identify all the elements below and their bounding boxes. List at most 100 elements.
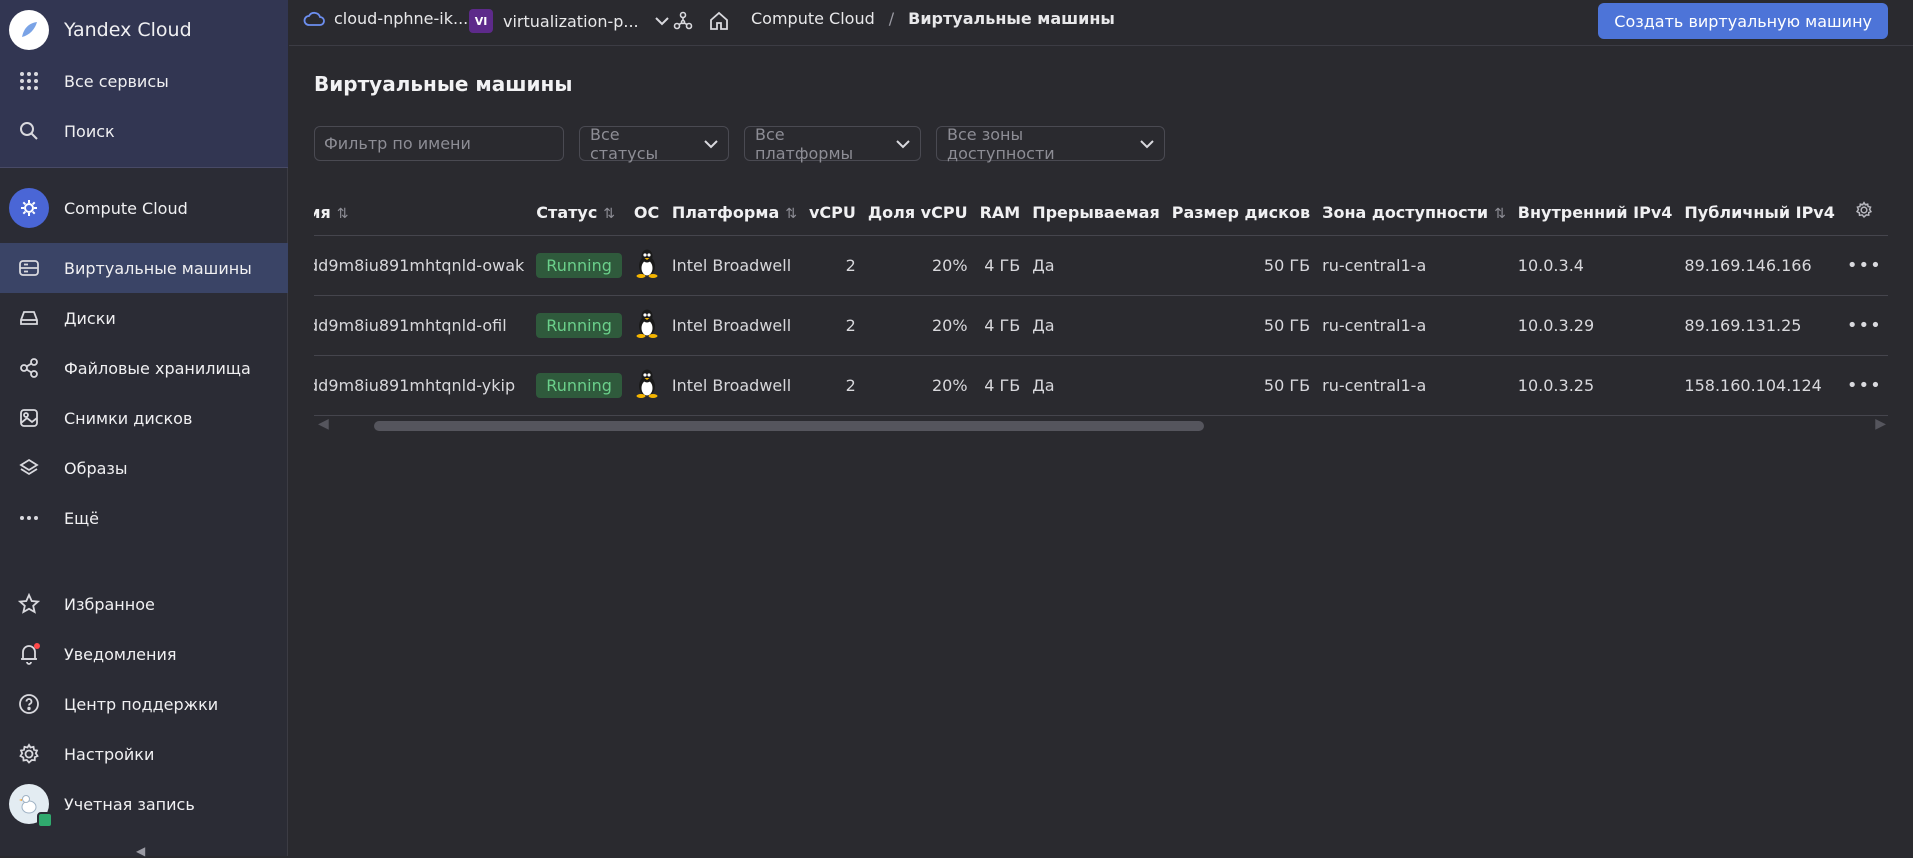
vm-platform: Intel Broadwell xyxy=(665,235,803,296)
sidebar-item-more[interactable]: Ещё xyxy=(0,493,288,543)
vm-name[interactable]: dd9m8iu891mhtqnld-ykip xyxy=(314,355,531,416)
vm-ram: 4 ГБ xyxy=(973,355,1027,416)
vm-vcpu-share: 20% xyxy=(861,355,974,416)
support-button[interactable]: Центр поддержки xyxy=(0,679,288,729)
more-icon xyxy=(16,505,42,531)
table-settings-button[interactable] xyxy=(1840,190,1888,236)
horizontal-scrollbar[interactable]: ◀ ▶ xyxy=(314,416,1888,434)
account-badge xyxy=(37,812,53,828)
search-icon xyxy=(16,118,42,144)
linux-icon xyxy=(634,249,660,282)
sidebar-item-vms[interactable]: Виртуальные машины xyxy=(0,243,288,293)
vm-name[interactable]: dd9m8iu891mhtqnld-owak xyxy=(314,235,531,296)
vm-name-text[interactable]: dd9m8iu891mhtqnld-ofil xyxy=(314,316,507,335)
sidebar-item-label: Диски xyxy=(64,308,116,328)
vm-platform: Intel Broadwell xyxy=(665,355,803,416)
account-button[interactable]: Учетная запись xyxy=(0,779,288,829)
col-os: ОС xyxy=(627,190,666,236)
platform-filter-select[interactable]: Все платформы xyxy=(744,124,921,163)
table-row[interactable]: dd9m8iu891mhtqnld-ofil Running Intel Broad… xyxy=(314,295,1888,356)
services-graph-icon[interactable] xyxy=(673,11,693,31)
col-status[interactable]: Статус ⇅ xyxy=(530,190,628,236)
col-ram-label: RAM xyxy=(979,202,1021,222)
settings-button[interactable]: Настройки xyxy=(0,729,288,779)
notifications-button[interactable]: Уведомления xyxy=(0,629,288,679)
bell-icon xyxy=(16,641,42,667)
favorites-button[interactable]: Избранное xyxy=(0,579,288,629)
vm-status: Running xyxy=(530,235,628,296)
vm-disk-size: 50 ГБ xyxy=(1165,355,1317,416)
support-label: Центр поддержки xyxy=(64,694,219,714)
vm-name-text[interactable]: dd9m8iu891mhtqnld-ykip xyxy=(314,376,515,395)
col-name[interactable]: Имя ⇅ xyxy=(314,190,531,236)
vm-vcpu: 2 xyxy=(802,235,862,296)
vm-disk-size: 50 ГБ xyxy=(1165,295,1317,356)
row-actions-button[interactable]: ••• xyxy=(1840,355,1888,416)
create-vm-button[interactable]: Создать виртуальную машину xyxy=(1598,3,1888,39)
scroll-thumb[interactable] xyxy=(374,421,1204,431)
vm-zone: ru-central1-a xyxy=(1316,235,1512,296)
top-bar: cloud-nphne-ik... VI virtualization-p...… xyxy=(289,0,1913,46)
vm-vcpu-share: 20% xyxy=(861,235,974,296)
status-filter-value: Все статусы xyxy=(590,124,659,163)
vm-vcpu-share: 20% xyxy=(861,295,974,356)
page-title: Виртуальные машины xyxy=(314,72,573,96)
folder-selector[interactable]: VI virtualization-p... xyxy=(469,9,669,33)
service-compute-cloud[interactable]: Compute Cloud xyxy=(0,183,288,233)
table-row[interactable]: dd9m8iu891mhtqnld-ykip Running Intel Broad… xyxy=(314,355,1888,416)
status-filter-select[interactable]: Все статусы xyxy=(579,124,729,163)
vm-table-container: Имя ⇅ Статус ⇅ ОС Платформа ⇅ vCPU Доля vCP… xyxy=(314,190,1888,440)
search-button[interactable]: Поиск xyxy=(0,106,288,156)
vm-public-ip: 158.160.104.124 xyxy=(1678,355,1841,416)
table-row[interactable]: dd9m8iu891mhtqnld-owak Running Intel Broad… xyxy=(314,235,1888,296)
brand-link[interactable]: Yandex Cloud xyxy=(0,5,288,55)
vm-internal-ip: 10.0.3.4 xyxy=(1511,235,1679,296)
col-zone[interactable]: Зона доступности ⇅ xyxy=(1316,190,1512,236)
gear-icon xyxy=(16,741,42,767)
vm-internal-ip: 10.0.3.29 xyxy=(1511,295,1679,356)
home-icon[interactable] xyxy=(709,11,729,31)
sidebar-item-label: Образы xyxy=(64,458,128,478)
platform-filter-value: Все платформы xyxy=(755,124,854,163)
grid-icon xyxy=(16,68,42,94)
sidebar-item-disks[interactable]: Диски xyxy=(0,293,288,343)
cloud-selector[interactable]: cloud-nphne-ik... xyxy=(303,9,468,28)
all-services-button[interactable]: Все сервисы xyxy=(0,56,288,106)
sidebar-item-file-storage[interactable]: Файловые хранилища xyxy=(0,343,288,393)
breadcrumb-service[interactable]: Compute Cloud xyxy=(751,9,875,28)
sort-icon: ⇅ xyxy=(336,205,349,222)
status-badge: Running xyxy=(536,312,622,338)
chevron-down-icon xyxy=(654,16,669,26)
sort-icon: ⇅ xyxy=(603,205,616,222)
sidebar-item-images[interactable]: Образы xyxy=(0,443,288,493)
share-icon xyxy=(16,355,42,381)
col-internal-ip-label: Внутренний IPv4 xyxy=(1517,202,1673,222)
status-badge: Running xyxy=(536,372,622,398)
page-scrollbar[interactable] xyxy=(1897,48,1907,848)
linux-icon xyxy=(634,309,660,342)
row-actions-button[interactable]: ••• xyxy=(1840,235,1888,296)
col-platform[interactable]: Платформа ⇅ xyxy=(665,190,803,236)
scroll-left-icon[interactable]: ◀ xyxy=(318,416,329,432)
vm-name[interactable]: dd9m8iu891mhtqnld-ofil xyxy=(314,295,531,356)
zone-filter-select[interactable]: Все зоны доступности xyxy=(936,125,1165,163)
disk-icon xyxy=(16,305,42,331)
col-public-ip-label: Публичный IPv4 xyxy=(1684,202,1835,222)
sidebar: Yandex Cloud Все сервисы Поиск Compute C… xyxy=(0,0,288,858)
col-vcpu-share-label: Доля vCPU xyxy=(867,202,968,222)
vm-disk-size: 50 ГБ xyxy=(1165,235,1317,296)
col-internal-ip: Внутренний IPv4 xyxy=(1511,190,1679,236)
row-actions-button[interactable]: ••• xyxy=(1840,295,1888,356)
notification-dot xyxy=(34,643,40,649)
col-disk-size-label: Размер дисков xyxy=(1171,202,1311,222)
vm-name-text[interactable]: dd9m8iu891mhtqnld-owak xyxy=(314,256,524,275)
col-disk-size: Размер дисков xyxy=(1165,190,1317,236)
col-public-ip: Публичный IPv4 xyxy=(1678,190,1841,236)
star-icon xyxy=(16,591,42,617)
name-filter-input[interactable]: Фильтр по имени xyxy=(314,126,564,161)
sidebar-item-snapshots[interactable]: Снимки дисков xyxy=(0,393,288,443)
sort-icon: ⇅ xyxy=(1494,205,1506,222)
sidebar-item-label: Файловые хранилища xyxy=(64,358,251,378)
yandex-cloud-logo xyxy=(9,10,49,50)
scroll-right-icon[interactable]: ▶ xyxy=(1875,416,1886,432)
